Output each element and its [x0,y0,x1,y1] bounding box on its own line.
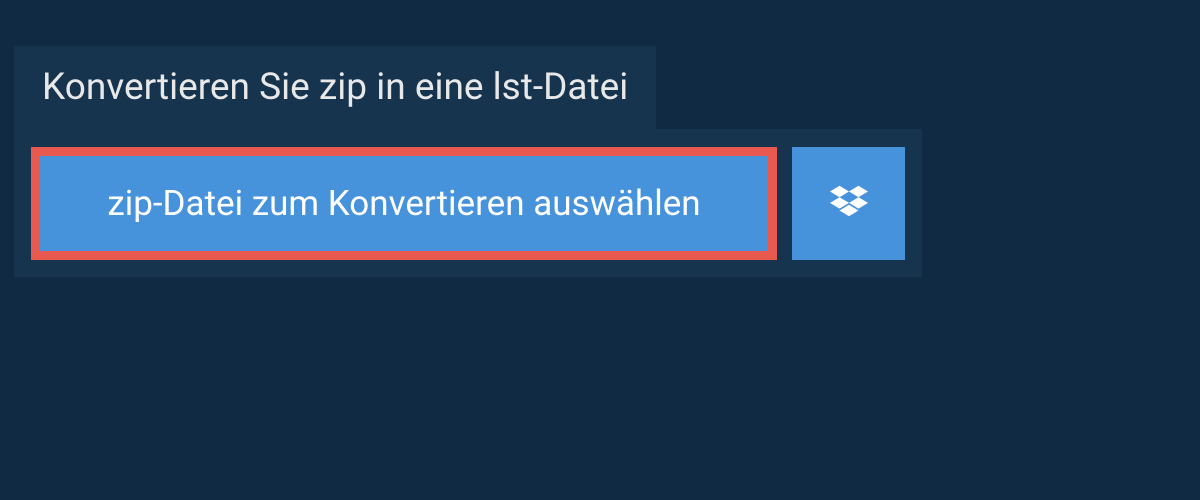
choose-file-label: zip-Datei zum Konvertieren auswählen [107,183,700,224]
upload-bar: zip-Datei zum Konvertieren auswählen [14,129,922,277]
dropbox-icon [830,182,868,224]
page-title: Konvertieren Sie zip in eine lst-Datei [42,66,628,109]
choose-file-button[interactable]: zip-Datei zum Konvertieren auswählen [31,147,777,260]
page-heading-bar: Konvertieren Sie zip in eine lst-Datei [14,46,656,129]
dropbox-button[interactable] [792,147,905,260]
